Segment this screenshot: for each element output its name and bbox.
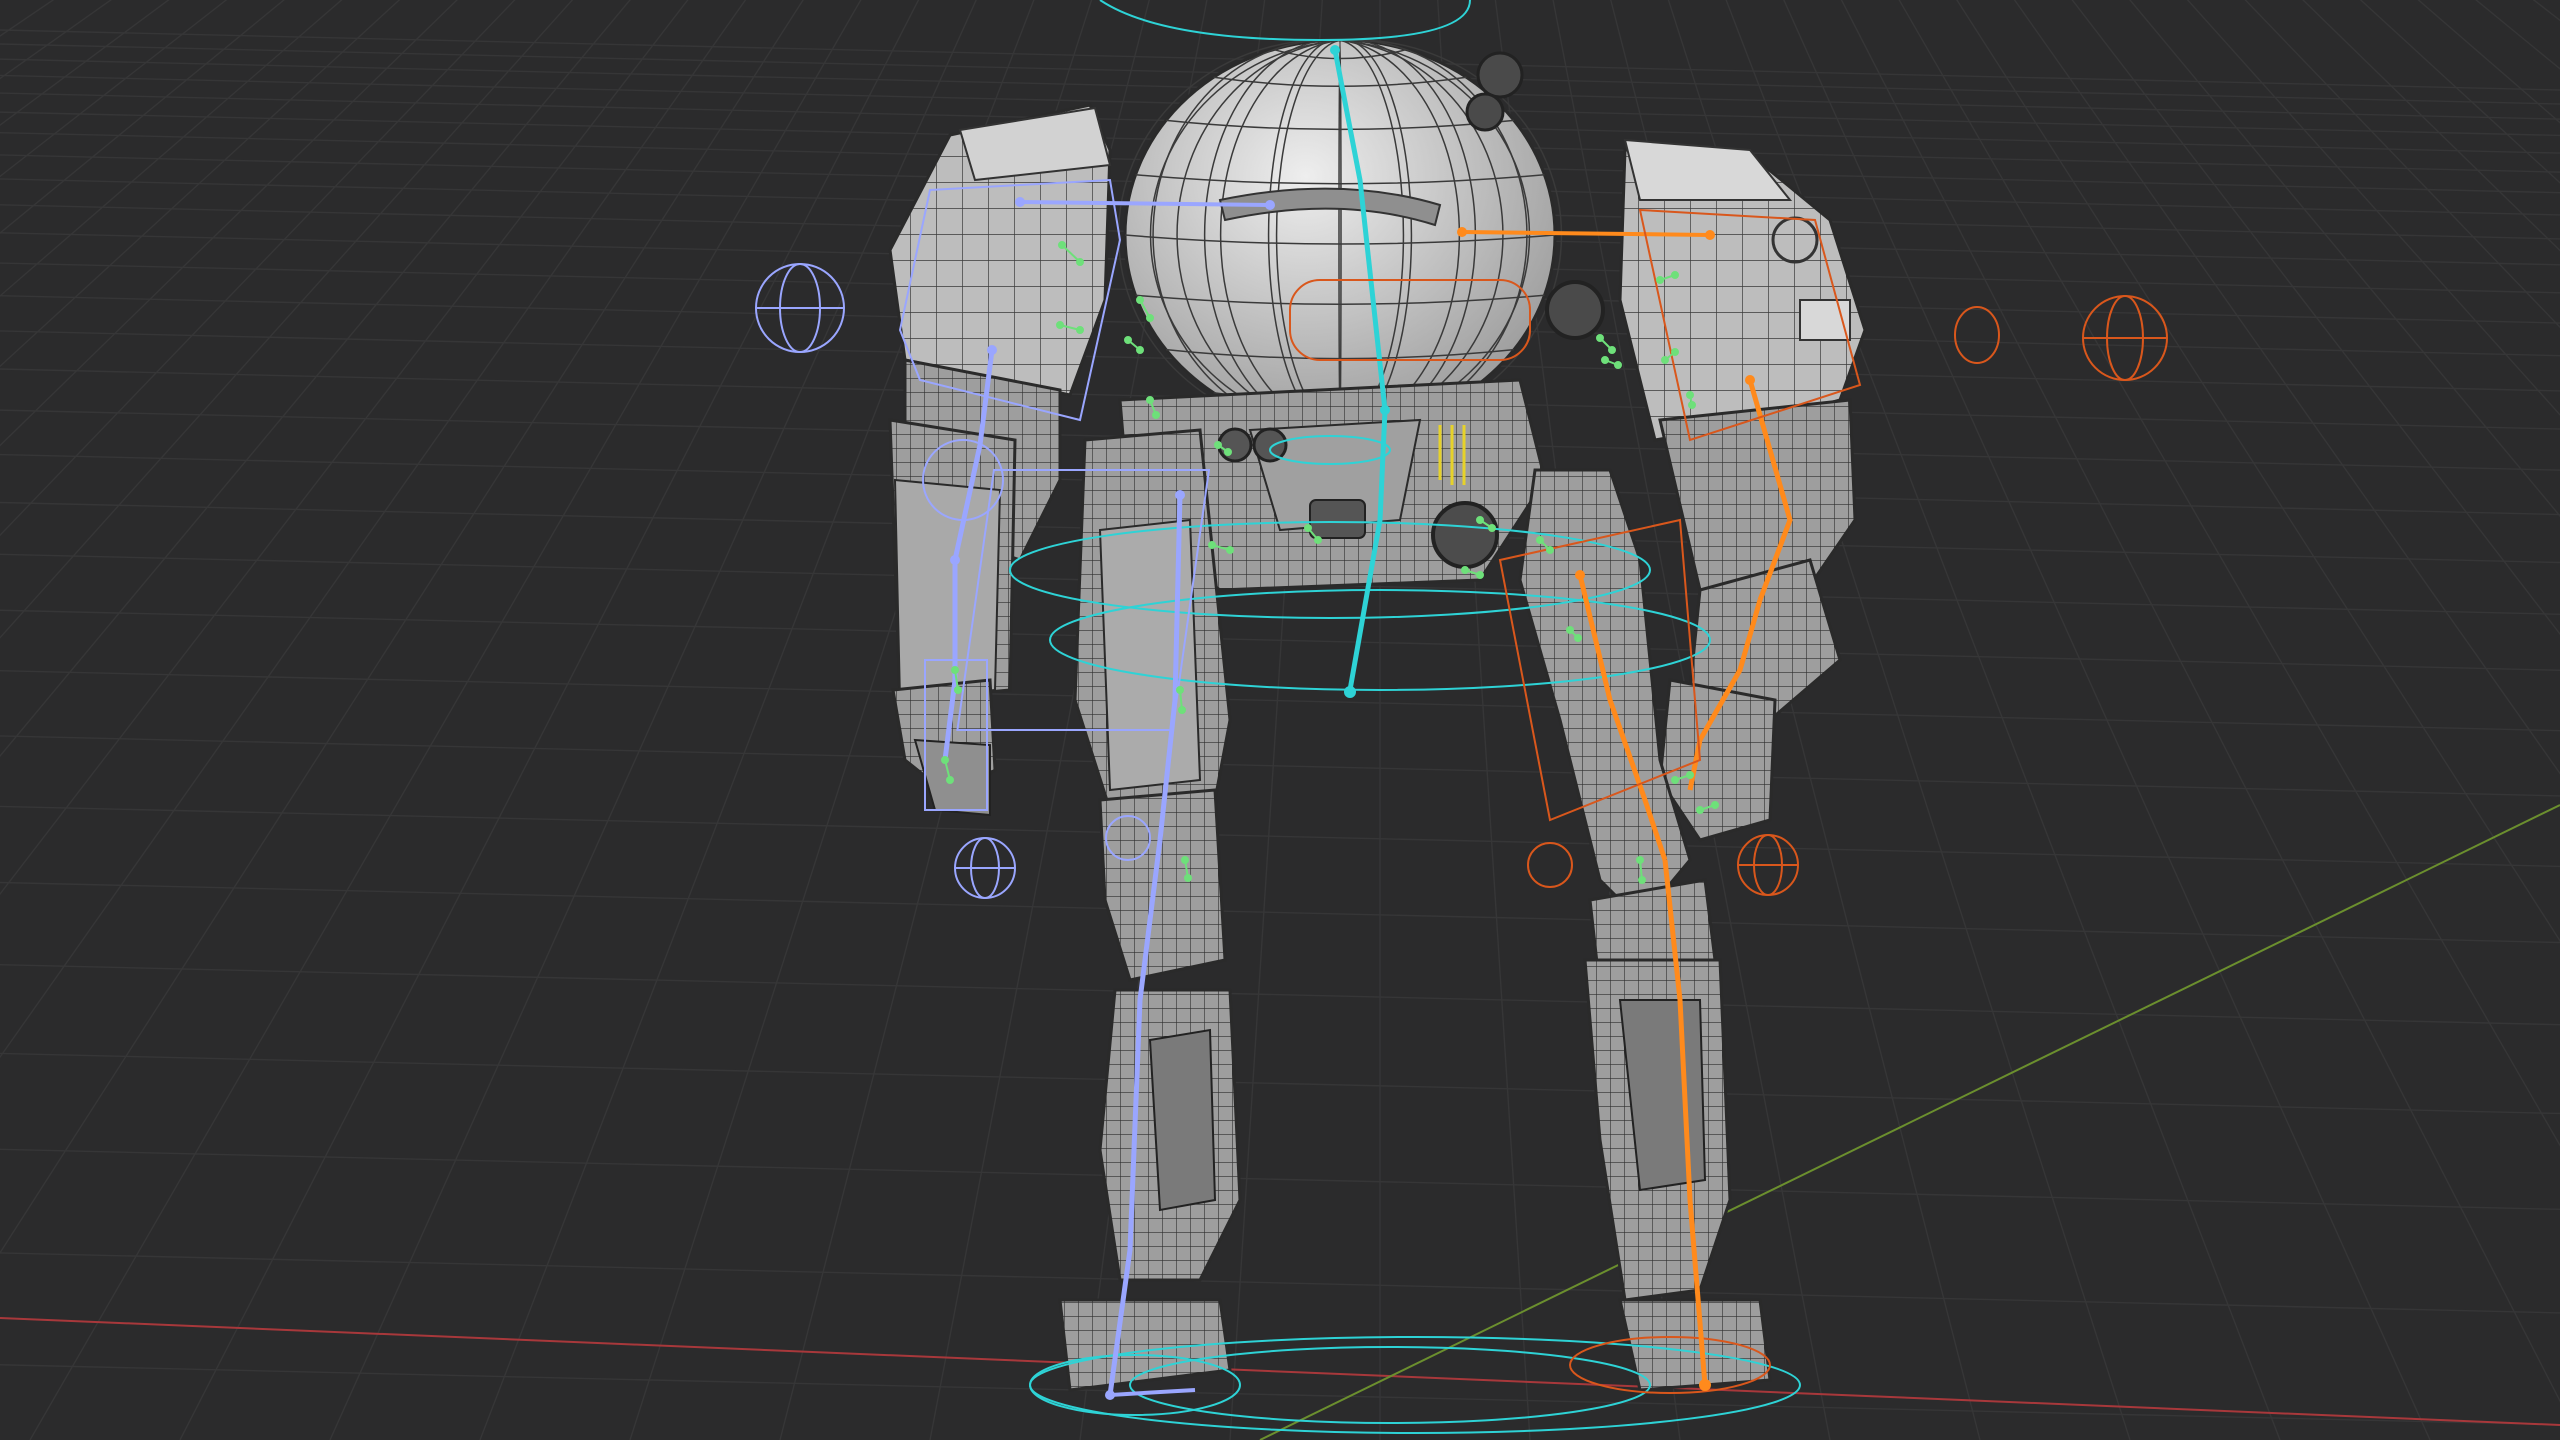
deform-bone-joint[interactable] — [1152, 411, 1160, 419]
deform-bone-joint[interactable] — [1184, 874, 1192, 882]
deform-bone-joint[interactable] — [1314, 536, 1322, 544]
deform-bone-joint[interactable] — [941, 756, 949, 764]
deform-bone-joint[interactable] — [1488, 524, 1496, 532]
3d-viewport[interactable] — [0, 0, 2560, 1440]
spine-joint-top[interactable] — [1330, 45, 1340, 55]
deform-bone-joint[interactable] — [1056, 321, 1064, 329]
deform-bone-joint[interactable] — [1601, 356, 1609, 364]
deform-bone-joint[interactable] — [1136, 346, 1144, 354]
deform-bone-joint[interactable] — [1136, 296, 1144, 304]
deform-bone-joint[interactable] — [1688, 401, 1696, 409]
deform-bone-joint[interactable] — [1124, 336, 1132, 344]
deform-bone-joint[interactable] — [1686, 771, 1694, 779]
deform-bone-joint[interactable] — [951, 666, 959, 674]
deform-bone-joint[interactable] — [1546, 546, 1554, 554]
deform-bone-joint[interactable] — [1208, 541, 1216, 549]
deform-bone-joint[interactable] — [1476, 516, 1484, 524]
head-mesh[interactable] — [1117, 38, 1563, 432]
deform-bone-joint[interactable] — [1636, 856, 1644, 864]
deform-bone-joint[interactable] — [1596, 334, 1604, 342]
deform-bone-joint[interactable] — [1696, 806, 1704, 814]
deform-bone-joint[interactable] — [1671, 776, 1679, 784]
deform-bone-joint[interactable] — [1178, 706, 1186, 714]
deform-bone-joint[interactable] — [1574, 634, 1582, 642]
deform-bone-joint[interactable] — [1608, 346, 1616, 354]
deform-bone-joint[interactable] — [1146, 396, 1154, 404]
deform-bone-joint[interactable] — [1461, 566, 1469, 574]
deform-bone-joint[interactable] — [1176, 686, 1184, 694]
spine-joint-mid[interactable] — [1380, 405, 1390, 415]
deform-bone-joint[interactable] — [1656, 276, 1664, 284]
deform-bone-joint[interactable] — [1638, 876, 1646, 884]
deform-bone-joint[interactable] — [954, 686, 962, 694]
deform-bone-joint[interactable] — [1671, 348, 1679, 356]
deform-bone-joint[interactable] — [1671, 271, 1679, 279]
deform-bone-joint[interactable] — [1536, 536, 1544, 544]
deform-bone-joint[interactable] — [1711, 801, 1719, 809]
deform-bone-joint[interactable] — [1566, 626, 1574, 634]
spine-joint-bottom[interactable] — [1344, 686, 1356, 698]
deform-bone-joint[interactable] — [1226, 546, 1234, 554]
deform-bone-joint[interactable] — [1224, 448, 1232, 456]
deform-bone-joint[interactable] — [1214, 441, 1222, 449]
deform-bone-joint[interactable] — [1181, 856, 1189, 864]
deform-bone-joint[interactable] — [1686, 391, 1694, 399]
deform-bone-joint[interactable] — [1076, 258, 1084, 266]
deform-bone-joint[interactable] — [1304, 524, 1312, 532]
deform-bone-joint[interactable] — [946, 776, 954, 784]
deform-bone-joint[interactable] — [1476, 571, 1484, 579]
deform-bone-joint[interactable] — [1614, 361, 1622, 369]
viewport-canvas[interactable] — [0, 0, 2560, 1440]
deform-bone-joint[interactable] — [1661, 356, 1669, 364]
deform-bone-joint[interactable] — [1076, 326, 1084, 334]
deform-bone-joint[interactable] — [1058, 241, 1066, 249]
deform-bone-joint[interactable] — [1146, 314, 1154, 322]
